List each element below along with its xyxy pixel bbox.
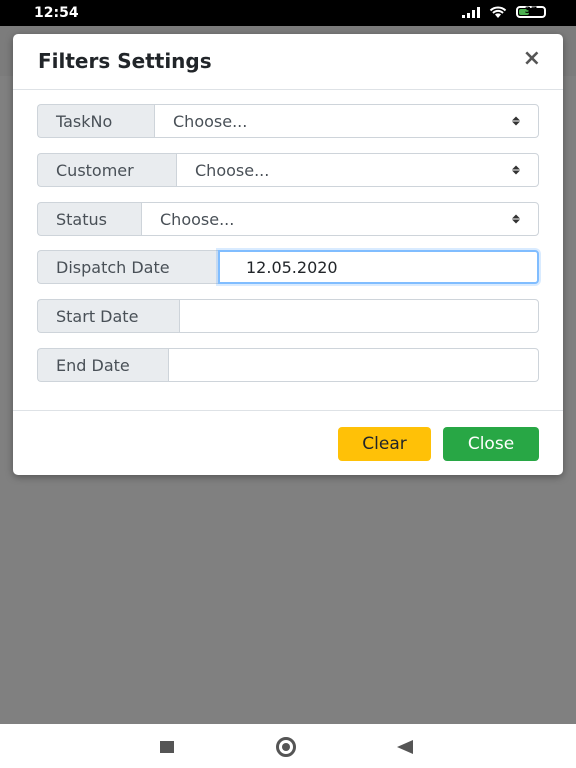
start-date-label: Start Date <box>37 299 179 333</box>
taskno-field-row: TaskNo Choose... <box>37 104 539 138</box>
select-arrows-icon <box>512 165 520 175</box>
back-icon[interactable] <box>397 740 413 754</box>
end-date-label: End Date <box>37 348 168 382</box>
battery-icon: 37 <box>516 6 546 18</box>
modal-footer: Clear Close <box>13 410 563 476</box>
end-date-input[interactable] <box>168 348 539 382</box>
status-time: 12:54 <box>34 5 79 21</box>
filters-modal: Filters Settings × TaskNo Choose... Cust… <box>13 34 563 475</box>
taskno-select[interactable]: Choose... <box>154 104 539 138</box>
end-date-field-row: End Date <box>37 348 539 382</box>
navigation-bar <box>0 724 576 768</box>
dispatch-date-label: Dispatch Date <box>37 250 218 284</box>
taskno-label: TaskNo <box>37 104 154 138</box>
customer-select[interactable]: Choose... <box>176 153 539 187</box>
modal-title: Filters Settings <box>38 49 212 73</box>
taskno-select-value: Choose... <box>173 111 248 131</box>
customer-label: Customer <box>37 153 176 187</box>
recent-apps-icon[interactable] <box>160 741 174 753</box>
wifi-icon <box>489 6 507 18</box>
select-arrows-icon <box>512 116 520 126</box>
status-label: Status <box>37 202 141 236</box>
dispatch-date-field-row: Dispatch Date 12.05.2020 <box>37 250 539 284</box>
battery-level: 37 <box>524 6 538 16</box>
status-bar: 12:54 37 <box>0 0 576 26</box>
dispatch-date-value: 12.05.2020 <box>246 257 338 277</box>
status-select[interactable]: Choose... <box>141 202 539 236</box>
close-button[interactable]: Close <box>443 427 539 461</box>
clear-button[interactable]: Clear <box>338 427 431 461</box>
start-date-field-row: Start Date <box>37 299 539 333</box>
customer-select-value: Choose... <box>195 160 270 180</box>
status-select-value: Choose... <box>160 209 235 229</box>
status-icons: 37 <box>462 5 546 19</box>
dispatch-date-input[interactable]: 12.05.2020 <box>218 250 539 284</box>
customer-field-row: Customer Choose... <box>37 153 539 187</box>
close-icon[interactable]: × <box>523 46 541 72</box>
modal-header: Filters Settings × <box>13 34 563 90</box>
start-date-input[interactable] <box>179 299 539 333</box>
signal-icon <box>462 6 480 18</box>
home-icon[interactable] <box>276 737 296 757</box>
status-field-row: Status Choose... <box>37 202 539 236</box>
select-arrows-icon <box>512 214 520 224</box>
